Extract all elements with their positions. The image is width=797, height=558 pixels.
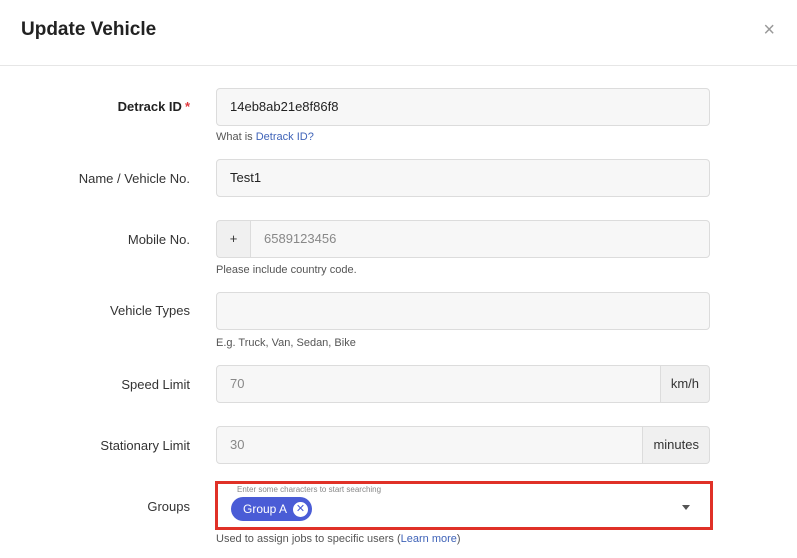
close-icon[interactable]: × — [763, 20, 775, 40]
learn-more-link[interactable]: Learn more — [401, 533, 457, 545]
modal-title: Update Vehicle — [21, 19, 157, 40]
name-label: Name / Vehicle No. — [78, 171, 190, 186]
groups-search-hint: Enter some characters to start searching — [237, 485, 382, 494]
groups-label: Groups — [147, 499, 190, 514]
mobile-input[interactable]: 6589123456 — [250, 220, 710, 258]
mobile-label: Mobile No. — [127, 232, 190, 247]
groups-select[interactable]: Enter some characters to start searching… — [215, 481, 713, 530]
mobile-help: Please include country code. — [216, 264, 357, 276]
detrack-id-label: Detrack ID * — [117, 99, 190, 114]
stationary-limit-label: Stationary Limit — [100, 438, 190, 453]
stationary-unit: minutes — [643, 426, 710, 464]
speed-unit: km/h — [660, 365, 710, 403]
group-chip: Group A ✕ — [231, 497, 313, 521]
vehicle-types-help: E.g. Truck, Van, Sedan, Bike — [216, 337, 356, 349]
group-chip-label: Group A — [243, 502, 288, 516]
speed-limit-label: Speed Limit — [121, 377, 190, 392]
detrack-id-input[interactable]: 14eb8ab21e8f86f8 — [216, 88, 710, 126]
stationary-limit-group: 30 minutes — [216, 426, 710, 464]
stationary-limit-input[interactable]: 30 — [216, 426, 644, 464]
vehicle-types-label: Vehicle Types — [110, 303, 190, 318]
vehicle-types-input[interactable] — [216, 292, 710, 330]
modal-header: Update Vehicle × — [0, 0, 797, 66]
detrack-id-link[interactable]: Detrack ID? — [256, 131, 314, 143]
mobile-input-group: + 6589123456 — [216, 220, 710, 258]
name-input[interactable]: Test1 — [216, 159, 710, 197]
country-prefix: + — [216, 220, 250, 258]
speed-limit-group: 70 km/h — [216, 365, 710, 403]
groups-help: Used to assign jobs to specific users (L… — [216, 533, 461, 545]
remove-chip-icon[interactable]: ✕ — [293, 501, 309, 517]
detrack-id-help: What is Detrack ID? — [216, 131, 314, 143]
required-mark: * — [184, 99, 190, 114]
chevron-down-icon[interactable] — [682, 505, 690, 510]
speed-limit-input[interactable]: 70 — [216, 365, 661, 403]
